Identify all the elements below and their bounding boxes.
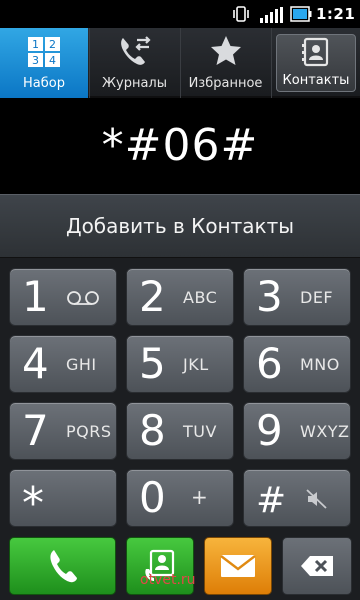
tab-contacts-label: Контакты [282, 73, 350, 88]
call-log-icon [120, 36, 151, 65]
key-star[interactable]: * [9, 469, 117, 529]
key-digit: 5 [139, 339, 166, 388]
key-2[interactable]: 2 ABC [126, 268, 234, 326]
svg-text:1: 1 [32, 38, 39, 51]
key-letters: + [191, 485, 209, 509]
add-to-contacts-bar[interactable]: Добавить в Контакты [0, 194, 360, 258]
key-5[interactable]: 5 JKL [126, 335, 234, 393]
svg-text:3: 3 [32, 54, 39, 67]
status-bar: 1:21 [0, 0, 360, 28]
key-9[interactable]: 9 WXYZ [243, 402, 351, 460]
dialpad-grid-icon: 1 2 3 4 [28, 37, 60, 67]
tab-bar: 1 2 3 4 Набор Журналы Избранное Контакты [0, 28, 360, 98]
phone-icon [49, 550, 77, 583]
voicemail-icon [67, 291, 99, 305]
key-digit: * [22, 478, 44, 529]
key-digit: 8 [139, 406, 166, 455]
key-letters: WXYZ [300, 422, 350, 441]
tab-favorites[interactable]: Избранное [180, 28, 270, 98]
svg-text:4: 4 [49, 54, 56, 67]
key-letters: DEF [300, 288, 334, 307]
key-digit: 1 [22, 272, 49, 321]
mute-icon [306, 489, 327, 509]
clock-time: 1:21 [316, 5, 356, 23]
key-letters: MNO [300, 355, 340, 374]
key-digit: 9 [256, 406, 283, 455]
key-0[interactable]: 0 + [126, 469, 234, 527]
message-button[interactable] [204, 537, 272, 595]
key-digit: 6 [256, 339, 283, 388]
tab-contacts[interactable]: Контакты [271, 28, 360, 98]
dialed-number: *#06# [101, 120, 259, 171]
key-4[interactable]: 4 GHI [9, 335, 117, 393]
key-letters: JKL [183, 355, 209, 374]
tab-favorites-label: Избранное [188, 76, 263, 91]
tab-contacts-frame: Контакты [276, 34, 356, 92]
watermark: otvet.ru [140, 572, 196, 588]
key-letters: TUV [183, 422, 217, 441]
key-letters: GHI [66, 355, 97, 374]
svg-text:2: 2 [49, 38, 56, 51]
tab-logs-label: Журналы [102, 76, 167, 91]
add-to-contacts-label: Добавить в Контакты [65, 214, 295, 238]
key-8[interactable]: 8 TUV [126, 402, 234, 460]
number-display: *#06# [0, 98, 360, 194]
battery-icon [290, 6, 312, 22]
key-digit: 7 [22, 406, 49, 455]
key-digit: 2 [139, 272, 166, 321]
key-1[interactable]: 1 [9, 268, 117, 326]
tab-dialer-label: Набор [23, 76, 65, 91]
key-digit: # [256, 480, 287, 521]
backspace-button[interactable] [282, 537, 352, 595]
backspace-icon [301, 556, 333, 576]
envelope-icon [220, 555, 256, 577]
star-icon [210, 36, 241, 65]
key-digit: 3 [256, 272, 283, 321]
key-digit: 4 [22, 339, 49, 388]
key-letters: PQRS [66, 422, 112, 441]
contacts-card-icon [302, 37, 329, 67]
signal-icon [260, 7, 283, 23]
key-6[interactable]: 6 MNO [243, 335, 351, 393]
key-7[interactable]: 7 PQRS [9, 402, 117, 460]
call-button[interactable] [9, 537, 116, 595]
vibrate-icon [233, 6, 249, 22]
key-letters: ABC [183, 288, 218, 307]
key-3[interactable]: 3 DEF [243, 268, 351, 326]
key-digit: 0 [139, 473, 166, 522]
key-hash[interactable]: # [243, 469, 351, 527]
tab-logs[interactable]: Журналы [89, 28, 179, 98]
tab-dialer[interactable]: 1 2 3 4 Набор [0, 28, 88, 98]
